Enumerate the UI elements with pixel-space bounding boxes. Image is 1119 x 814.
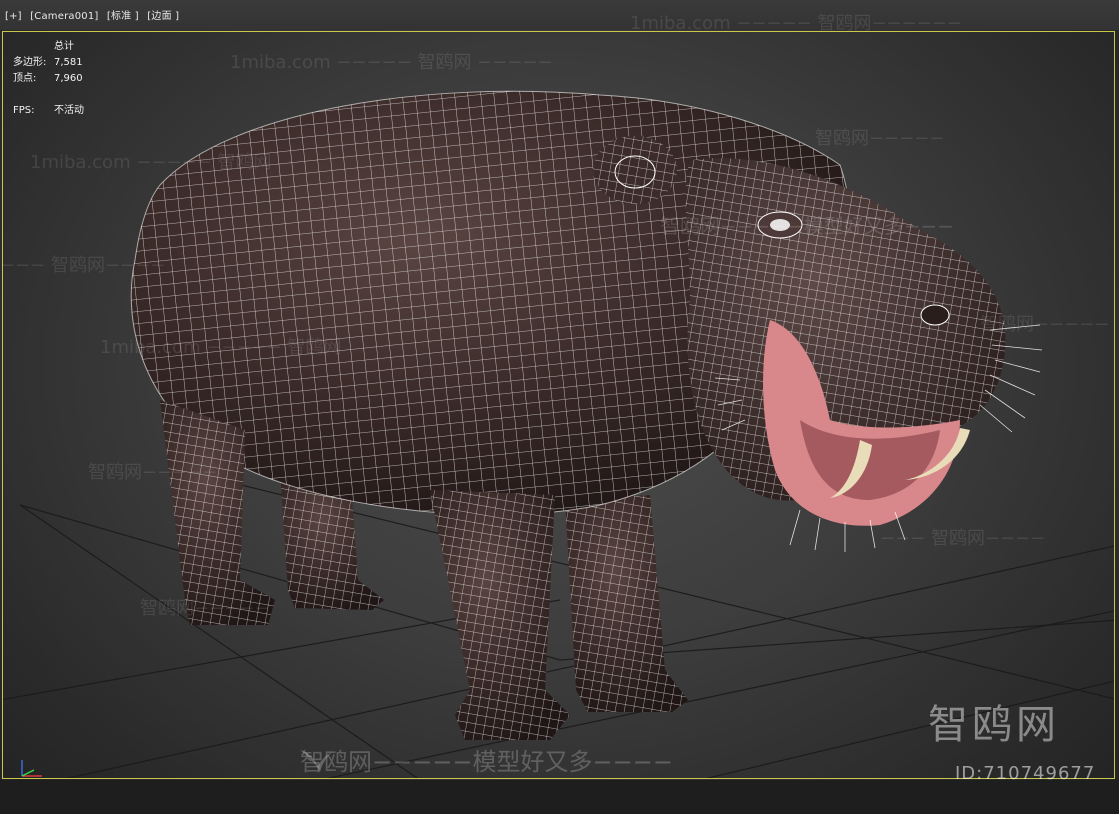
watermark-text: 1miba.com −−−−− 智鸥网 [30,152,272,173]
stats-vertices-label: 顶点: [13,73,37,84]
stats-header: 总计 [54,41,74,52]
stats-polygons-label: 多边形: [13,57,47,68]
watermark-text: 智鸥网−−−−− [140,598,270,619]
stats-fps-label: FPS: [13,105,35,116]
axis-gizmo-icon [21,760,42,777]
watermark-logo: 智鸥网 [928,702,1060,748]
watermark-text: −−− 智鸥网−−−− [0,255,166,276]
watermark-text: 智鸥网−−−−−模型好又多−−− [660,214,955,238]
watermark-text: 智鸥网−−−−− [980,314,1110,335]
watermark-text: 智鸥网−−−−− [88,462,218,483]
watermark-text: 智鸥网−−−−− [815,128,945,149]
stats-polygons-value: 7,581 [54,57,83,68]
watermark-slogan: 智鸥网−−−−−模型好又多−−−− [300,748,673,776]
viewport-bottom-bar [0,780,1119,814]
watermark-text: 1miba.com −−−−− 智鸥网 [100,337,342,358]
stats-fps-value: 不活动 [54,105,84,116]
watermark-text: 1miba.com −−−−− 智鸥网 −−−−− [230,52,553,73]
watermark-text: −−− 智鸥网−−−− [880,528,1046,549]
viewport-statistics: 总计 多边形: 7,581 顶点: 7,960 FPS: 不活动 [13,39,84,119]
3d-viewport[interactable]: [+] [Camera001] [标准 ] [边面 ] 总计 多边形: 7,58… [0,0,1119,814]
watermark-text: 1miba.com −−−−− 智鸥网−−−−−− [630,13,962,34]
stats-vertices-value: 7,960 [54,73,83,84]
